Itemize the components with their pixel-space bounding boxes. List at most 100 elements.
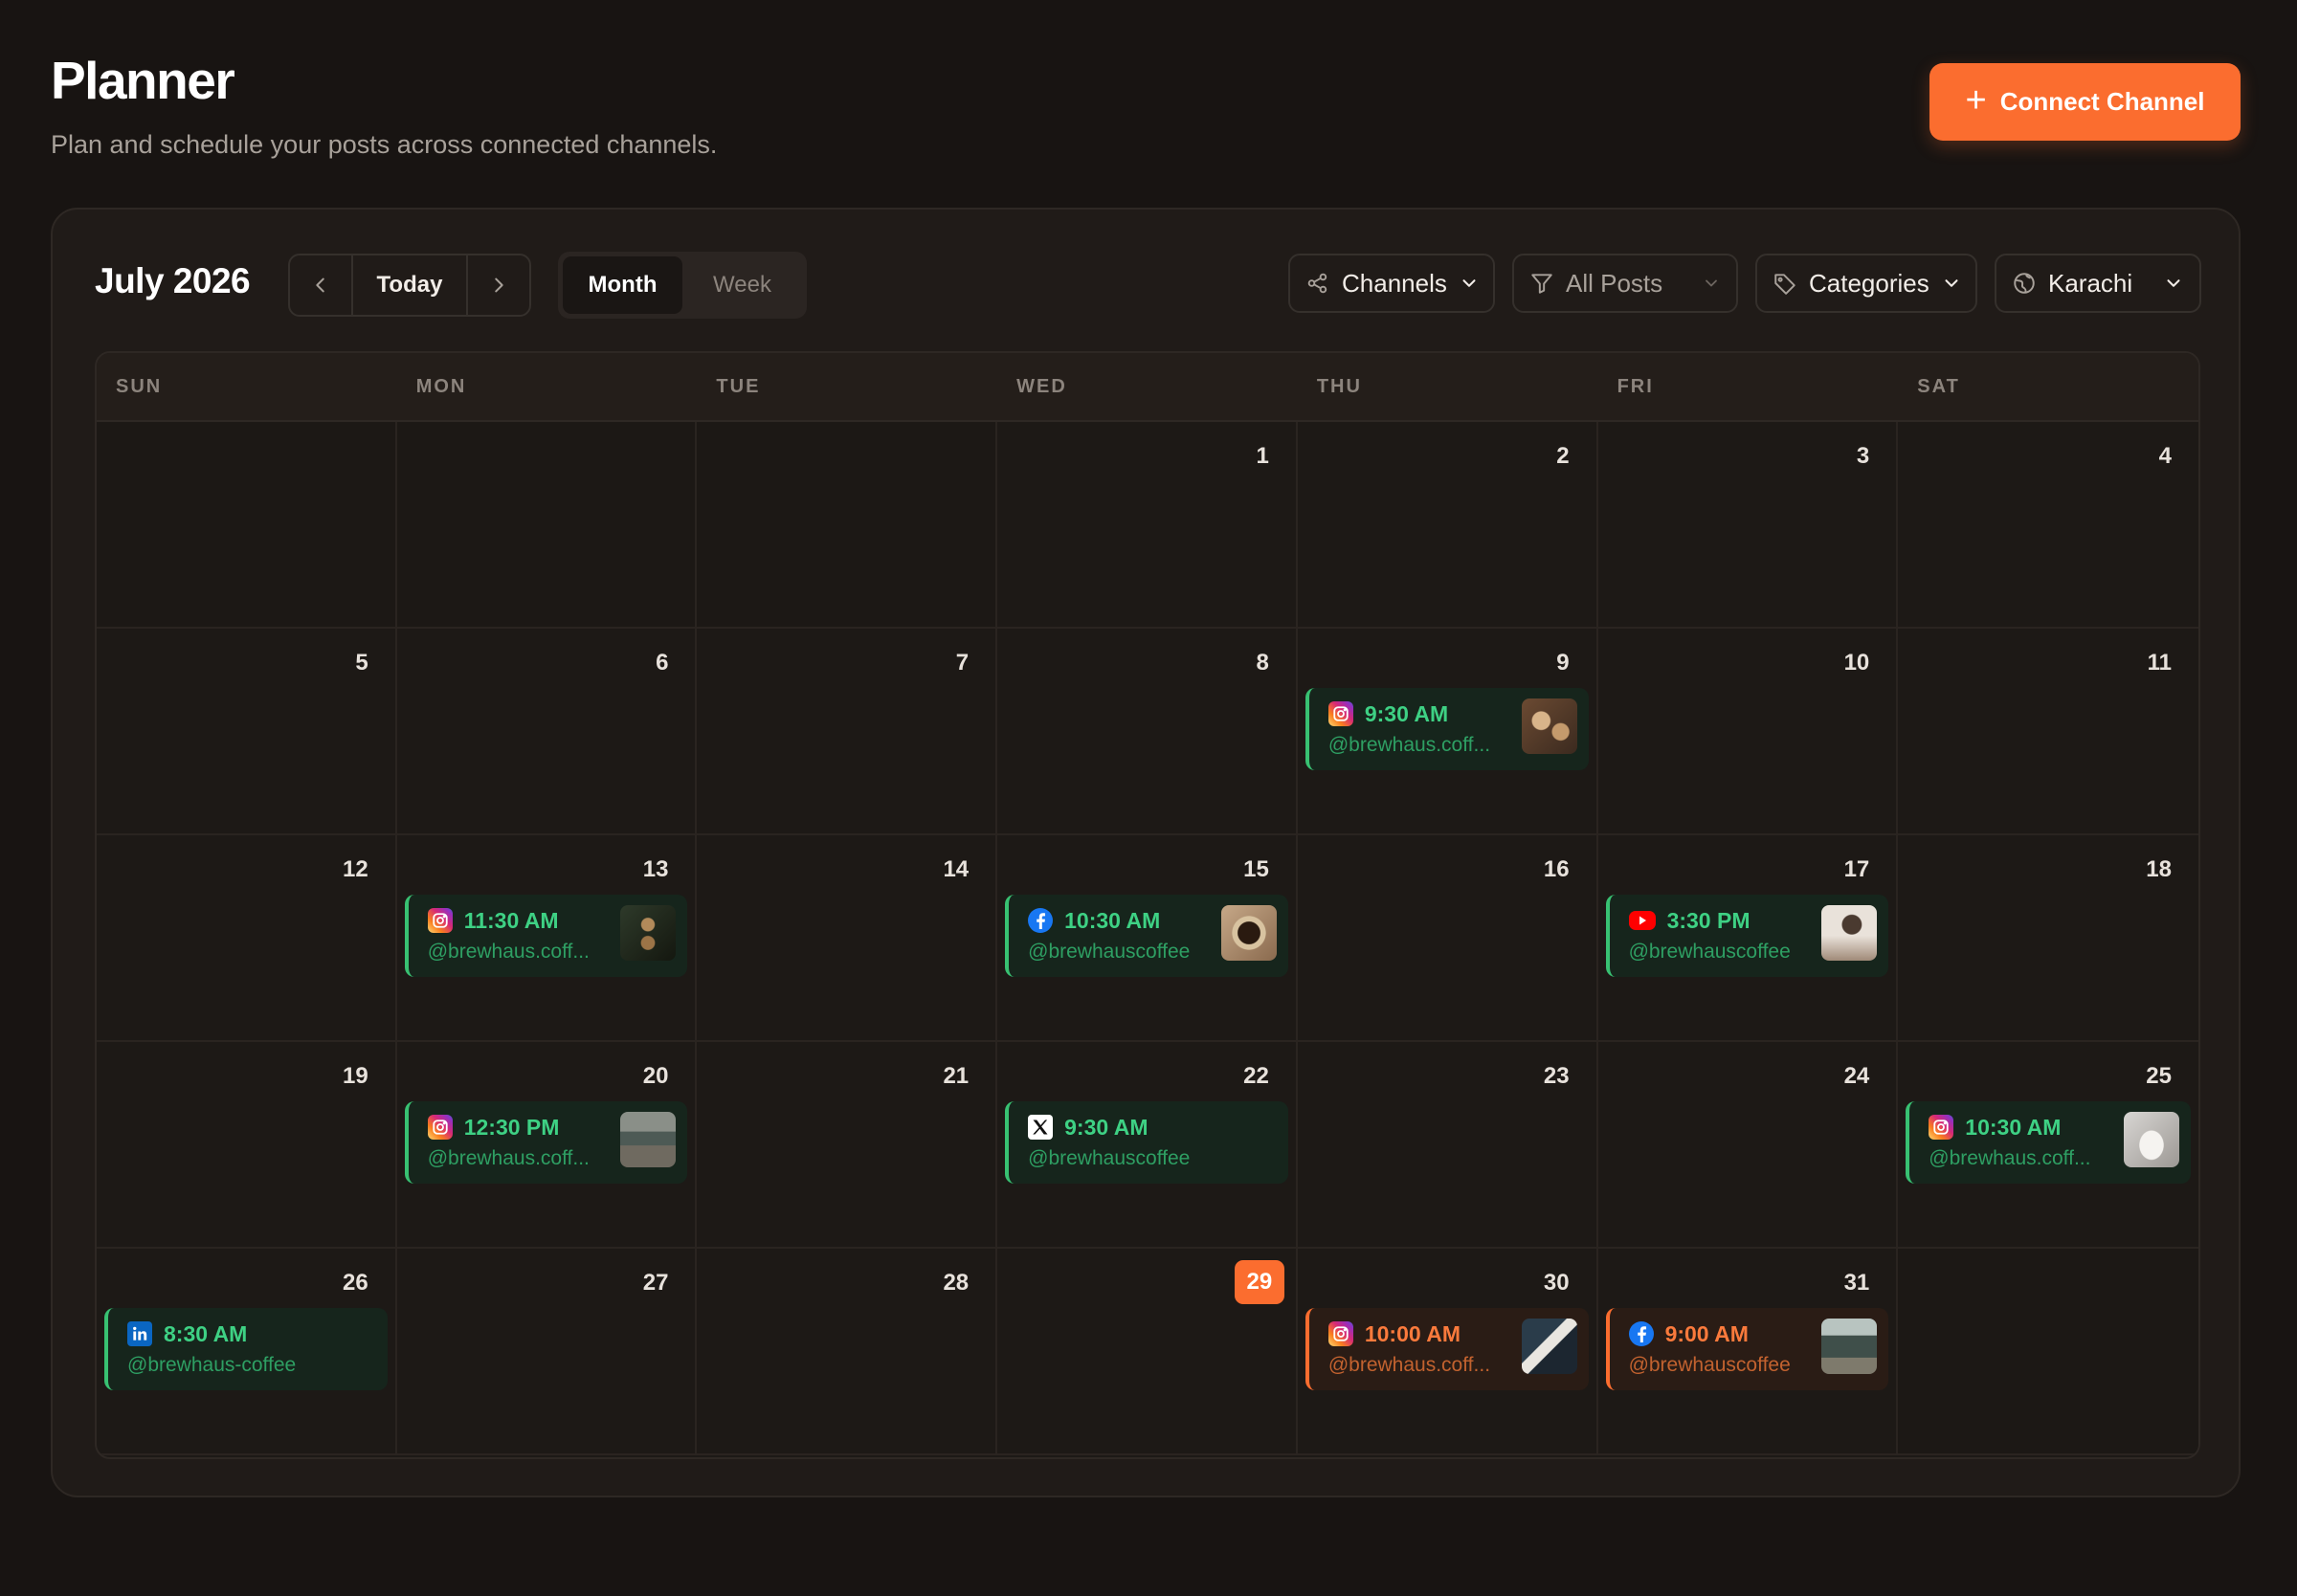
calendar-day-cell[interactable]: 17 3:30 PM @brewhauscoffee bbox=[1597, 835, 1899, 1042]
calendar-day-cell[interactable]: 4 bbox=[1898, 422, 2198, 629]
weekday-label: SAT bbox=[1917, 375, 1960, 397]
calendar-day-cell[interactable]: 27 bbox=[396, 1249, 698, 1455]
calendar-day-cell bbox=[1898, 1249, 2198, 1455]
scheduled-post[interactable]: 9:30 AM @brewhauscoffee bbox=[1005, 1101, 1288, 1184]
calendar-day-cell[interactable]: 28 bbox=[697, 1249, 998, 1455]
weekday-label: MON bbox=[415, 375, 467, 397]
day-number: 8 bbox=[1256, 650, 1269, 676]
scheduled-post[interactable]: 10:30 AM @brewhaus.coff... bbox=[1906, 1101, 2191, 1184]
connect-channel-button[interactable]: + Connect Channel bbox=[1929, 63, 2241, 141]
planner-page: Planner Plan and schedule your posts acr… bbox=[0, 0, 2297, 1596]
date-navigation: Today bbox=[288, 254, 531, 317]
view-month-option[interactable]: Month bbox=[563, 256, 682, 314]
calendar-day-cell[interactable]: 6 bbox=[396, 629, 698, 835]
youtube-icon bbox=[1628, 911, 1656, 930]
scheduled-post[interactable]: 12:30 PM @brewhaus.coff... bbox=[404, 1101, 688, 1184]
instagram-icon bbox=[1327, 1321, 1353, 1346]
scheduled-post[interactable]: 9:30 AM @brewhaus.coff... bbox=[1305, 688, 1589, 770]
day-number: 7 bbox=[955, 650, 970, 676]
previous-month-button[interactable] bbox=[290, 255, 351, 315]
post-handle: @brewhaus.coff... bbox=[1327, 1354, 1491, 1376]
post-time: 11:30 AM bbox=[463, 907, 559, 933]
day-number: 11 bbox=[2147, 650, 2172, 676]
calendar-day-cell[interactable]: 12 bbox=[97, 835, 397, 1042]
chevron-down-icon bbox=[1941, 273, 1962, 294]
day-number: 5 bbox=[355, 650, 368, 676]
calendar-day-cell[interactable]: 16 bbox=[1297, 835, 1598, 1042]
plus-icon: + bbox=[1965, 79, 1987, 121]
today-button[interactable]: Today bbox=[351, 255, 468, 315]
scheduled-post[interactable]: 8:30 AM @brewhaus-coffee bbox=[104, 1308, 388, 1390]
calendar-day-cell[interactable]: 23 bbox=[1297, 1042, 1598, 1249]
month-grid: SUN MON TUE WED THU FRI SAT 1 2 3 4 5 6 7 8 9 9:3… bbox=[95, 351, 2200, 1459]
channels-filter-label: Channels bbox=[1342, 268, 1447, 298]
post-time: 9:30 AM bbox=[1364, 700, 1449, 726]
chevron-left-icon bbox=[316, 277, 324, 293]
post-time: 9:00 AM bbox=[1664, 1320, 1749, 1346]
day-number: 10 bbox=[1843, 650, 1870, 676]
weekday-label: WED bbox=[1016, 375, 1067, 397]
instagram-icon bbox=[1929, 1115, 1954, 1140]
post-thumbnail bbox=[620, 905, 677, 961]
calendar-day-cell[interactable]: 21 bbox=[697, 1042, 998, 1249]
calendar-day-cell[interactable]: 18 bbox=[1898, 835, 2198, 1042]
calendar-day-cell[interactable]: 13 11:30 AM @brewhaus.coff... bbox=[396, 835, 698, 1042]
calendar-day-cell[interactable]: 1 bbox=[997, 422, 1298, 629]
day-number: 27 bbox=[642, 1270, 669, 1296]
instagram-icon bbox=[1327, 701, 1353, 726]
post-thumbnail bbox=[2124, 1112, 2179, 1167]
tag-icon bbox=[1773, 271, 1797, 296]
calendar-day-cell[interactable]: 31 9:00 AM @brewhauscoffee bbox=[1597, 1249, 1899, 1455]
post-status-filter-label: All Posts bbox=[1566, 268, 1663, 298]
calendar-day-cell[interactable]: 3 bbox=[1597, 422, 1899, 629]
timezone-select[interactable]: Karachi bbox=[1995, 254, 2201, 313]
calendar-day-cell bbox=[97, 422, 397, 629]
day-number: 14 bbox=[943, 856, 970, 882]
post-time: 10:30 AM bbox=[1965, 1114, 2062, 1140]
calendar-day-cell[interactable]: 14 bbox=[697, 835, 998, 1042]
calendar-day-cell[interactable]: 5 bbox=[97, 629, 397, 835]
page-title: Planner bbox=[51, 51, 235, 110]
scheduled-post[interactable]: 9:00 AM @brewhauscoffee bbox=[1605, 1308, 1889, 1390]
scheduled-post[interactable]: 3:30 PM @brewhauscoffee bbox=[1605, 895, 1889, 977]
calendar-day-cell[interactable]: 25 10:30 AM @brewhaus.coff... bbox=[1898, 1042, 2198, 1249]
scheduled-post[interactable]: 10:00 AM @brewhaus.coff... bbox=[1305, 1308, 1589, 1390]
post-thumbnail bbox=[1521, 698, 1577, 754]
calendar-day-cell[interactable]: 30 10:00 AM @brewhaus.coff... bbox=[1297, 1249, 1598, 1455]
day-number: 6 bbox=[656, 650, 669, 676]
calendar-day-cell[interactable]: 7 bbox=[697, 629, 998, 835]
day-number: 3 bbox=[1856, 443, 1870, 469]
calendar-day-cell[interactable]: 24 bbox=[1597, 1042, 1899, 1249]
scheduled-post[interactable]: 11:30 AM @brewhaus.coff... bbox=[404, 895, 688, 977]
chevron-down-icon bbox=[1459, 273, 1480, 294]
categories-filter[interactable]: Categories bbox=[1755, 254, 1977, 313]
calendar-day-cell[interactable]: 10 bbox=[1597, 629, 1899, 835]
calendar-day-cell[interactable]: 8 bbox=[997, 629, 1298, 835]
linkedin-icon bbox=[127, 1321, 152, 1346]
channels-filter[interactable]: Channels bbox=[1288, 254, 1495, 313]
day-number: 12 bbox=[343, 856, 368, 882]
share-icon bbox=[1305, 271, 1330, 296]
post-time: 8:30 AM bbox=[164, 1320, 248, 1346]
day-number: 21 bbox=[943, 1063, 970, 1089]
calendar-day-cell[interactable]: 2 bbox=[1297, 422, 1598, 629]
day-number: 26 bbox=[343, 1270, 368, 1296]
calendar-day-cell bbox=[697, 422, 998, 629]
scheduled-post[interactable]: 10:30 AM @brewhauscoffee bbox=[1005, 895, 1288, 977]
calendar-day-cell[interactable]: 26 8:30 AM @brewhaus-coffee bbox=[97, 1249, 397, 1455]
calendar-days: 1 2 3 4 5 6 7 8 9 9:30 AM @brewhaus.coff... 10 11 12 1… bbox=[97, 422, 2198, 1455]
calendar-day-cell[interactable]: 15 10:30 AM @brewhauscoffee bbox=[997, 835, 1298, 1042]
calendar-day-cell[interactable]: 20 12:30 PM @brewhaus.coff... bbox=[396, 1042, 698, 1249]
today-date-badge: 29 bbox=[1234, 1260, 1284, 1304]
post-status-filter[interactable]: All Posts bbox=[1512, 254, 1738, 313]
weekday-label: TUE bbox=[716, 375, 761, 397]
calendar-day-cell[interactable]: 29 bbox=[997, 1249, 1298, 1455]
next-month-button[interactable] bbox=[468, 255, 529, 315]
calendar-day-cell[interactable]: 9 9:30 AM @brewhaus.coff... bbox=[1297, 629, 1598, 835]
view-week-option[interactable]: Week bbox=[682, 256, 802, 314]
categories-filter-label: Categories bbox=[1809, 268, 1929, 298]
day-number: 30 bbox=[1543, 1270, 1570, 1296]
calendar-day-cell[interactable]: 11 bbox=[1898, 629, 2198, 835]
calendar-day-cell[interactable]: 19 bbox=[97, 1042, 397, 1249]
calendar-day-cell[interactable]: 22 9:30 AM @brewhauscoffee bbox=[997, 1042, 1298, 1249]
